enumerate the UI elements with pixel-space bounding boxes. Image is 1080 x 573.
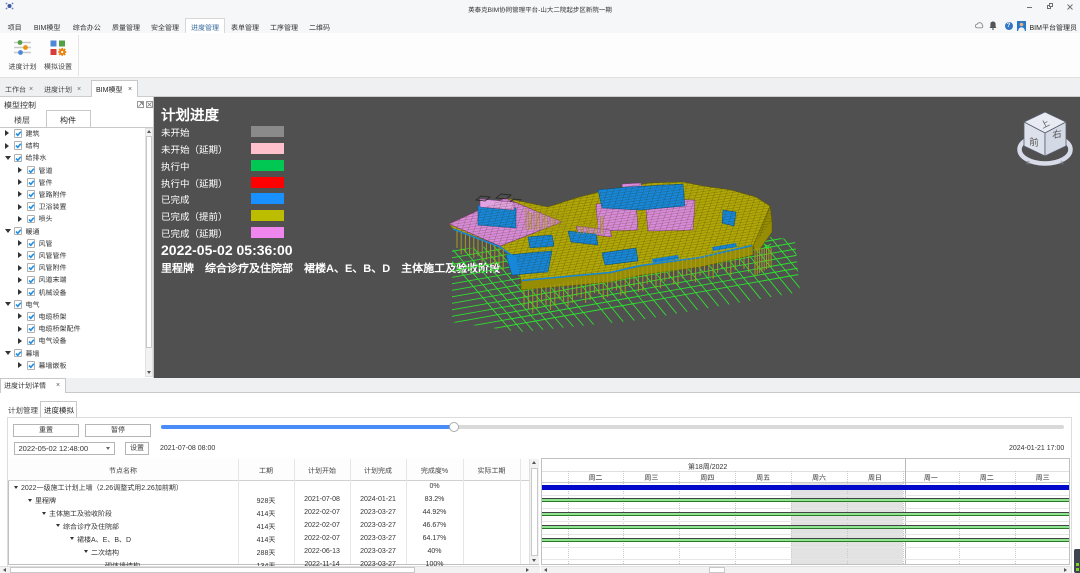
svg-text:右: 右 xyxy=(1052,128,1061,142)
svg-text:南: 南 xyxy=(1026,159,1030,165)
svg-text:东: 东 xyxy=(1060,159,1064,165)
svg-text:前: 前 xyxy=(1029,136,1039,150)
